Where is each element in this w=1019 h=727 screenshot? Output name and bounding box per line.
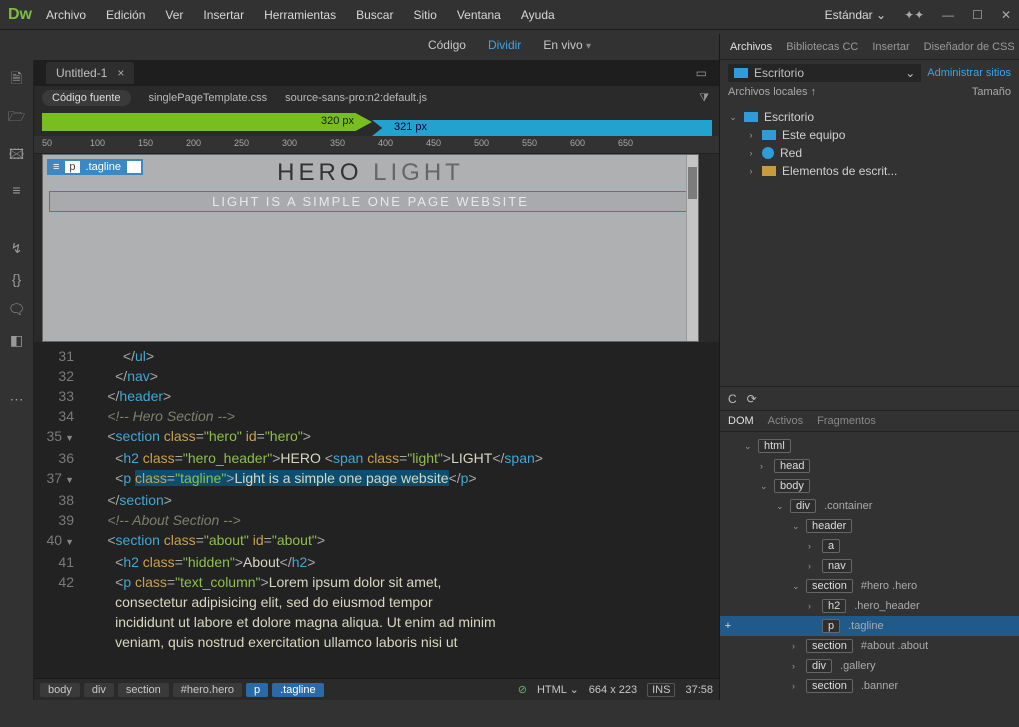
doc-overflow-icon[interactable]: ▭ bbox=[696, 66, 707, 80]
tool-folder-icon[interactable]: 🗁 bbox=[8, 106, 25, 130]
dom-row[interactable]: ⌄html bbox=[720, 436, 1019, 456]
tool-rail: 🗎 🗁 🖾 ≡ ↯ {} 🗨 ◧ ⋯ bbox=[0, 60, 34, 700]
view-split[interactable]: Dividir bbox=[488, 38, 521, 52]
menu-ventana[interactable]: Ventana bbox=[457, 8, 501, 22]
dom-panel-tabs: DOM Activos Fragmentos bbox=[720, 410, 1019, 432]
dom-tab[interactable]: Activos bbox=[768, 415, 803, 427]
size-display: 664 x 223 bbox=[589, 684, 637, 696]
dom-row[interactable]: ›a bbox=[720, 536, 1019, 556]
related-file[interactable]: singlePageTemplate.css bbox=[149, 92, 268, 104]
ins-mode[interactable]: INS bbox=[647, 683, 675, 697]
sync-icon[interactable]: ⟳ bbox=[747, 392, 757, 406]
tool-file-icon[interactable]: 🗎 bbox=[11, 68, 22, 92]
source-code-button[interactable]: Código fuente bbox=[42, 90, 131, 106]
dom-row[interactable]: ›section.banner bbox=[720, 676, 1019, 696]
drive-select[interactable]: Escritorio⌄ bbox=[728, 64, 921, 82]
dom-row[interactable]: ›h2.hero_header bbox=[720, 596, 1019, 616]
tagline-selected[interactable]: LIGHT IS A SIMPLE ONE PAGE WEBSITE bbox=[49, 191, 692, 212]
tool-img-icon[interactable]: 🖾 bbox=[9, 144, 24, 168]
breadcrumb-item[interactable]: div bbox=[84, 683, 114, 697]
minimize-icon[interactable]: — bbox=[942, 8, 954, 22]
menu-archivo[interactable]: Archivo bbox=[46, 8, 86, 22]
right-panel: Archivos Bibliotecas CC Insertar Diseñador … bbox=[719, 34, 1019, 700]
breadcrumb-item[interactable]: body bbox=[40, 683, 80, 697]
dom-row[interactable]: ›section#about .about bbox=[720, 636, 1019, 656]
panel-tab[interactable]: Insertar bbox=[872, 41, 909, 53]
menu-ayuda[interactable]: Ayuda bbox=[521, 8, 555, 22]
manage-sites-link[interactable]: Administrar sitios bbox=[927, 67, 1011, 79]
tree-row[interactable]: ⌄Escritorio bbox=[720, 108, 1019, 126]
tree-row[interactable]: ›Elementos de escrit... bbox=[720, 162, 1019, 180]
settings-icon[interactable]: ✦✦ bbox=[904, 8, 924, 22]
tree-row[interactable]: ›Red bbox=[720, 144, 1019, 162]
dom-row[interactable]: ⌄body bbox=[720, 476, 1019, 496]
dom-row[interactable]: +p.tagline bbox=[720, 616, 1019, 636]
file-tree[interactable]: ⌄Escritorio›Este equipo›Red›Elementos de… bbox=[720, 106, 1019, 182]
dom-tab[interactable]: DOM bbox=[728, 415, 754, 427]
menu-herramientas[interactable]: Herramientas bbox=[264, 8, 336, 22]
menu-bar: Archivo Edición Ver Insertar Herramientas Bus… bbox=[46, 8, 555, 22]
files-panel-tabs: Archivos Bibliotecas CC Insertar Diseñador … bbox=[720, 34, 1019, 60]
time-display: 37:58 bbox=[685, 684, 713, 696]
crumb-tag[interactable]: p bbox=[65, 161, 79, 173]
breadcrumb-item[interactable]: section bbox=[118, 683, 169, 697]
dom-row[interactable]: ›nav bbox=[720, 556, 1019, 576]
status-bar: bodydiv section #hero.hero p .tagline ⊘ HTML… bbox=[34, 678, 719, 700]
source-files-row: Código fuente singlePageTemplate.css sou… bbox=[34, 86, 719, 110]
dom-tab[interactable]: Fragmentos bbox=[817, 415, 876, 427]
tool-wrench-icon[interactable]: ↯ bbox=[11, 240, 23, 257]
element-breadcrumb[interactable]: ≡ p .tagline + bbox=[47, 159, 143, 175]
menu-buscar[interactable]: Buscar bbox=[356, 8, 393, 22]
dom-row[interactable]: ›div.gallery bbox=[720, 656, 1019, 676]
close-tab-icon[interactable]: × bbox=[117, 66, 124, 80]
breadcrumb-item[interactable]: p bbox=[246, 683, 268, 697]
dom-row[interactable]: ›head bbox=[720, 456, 1019, 476]
refresh-icon[interactable]: C bbox=[728, 392, 737, 406]
tool-more-icon[interactable]: ⋯ bbox=[10, 391, 24, 408]
lang-select[interactable]: HTML ⌄ bbox=[537, 683, 579, 696]
maximize-icon[interactable]: ☐ bbox=[972, 8, 983, 22]
view-live[interactable]: En vivo ▾ bbox=[543, 38, 591, 52]
filter-icon[interactable]: ⧩ bbox=[699, 92, 709, 105]
view-code[interactable]: Código bbox=[428, 38, 466, 52]
crumb-class[interactable]: .tagline bbox=[82, 161, 125, 173]
hamburger-icon[interactable]: ≡ bbox=[49, 161, 63, 173]
panel-tab[interactable]: Diseñador de CSS bbox=[924, 41, 1015, 53]
menu-sitio[interactable]: Sitio bbox=[413, 8, 436, 22]
tree-columns: Archivos locales ↑ Tamaño bbox=[720, 86, 1019, 106]
app-logo: Dw bbox=[8, 6, 32, 24]
dom-row[interactable]: ⌄div.container bbox=[720, 496, 1019, 516]
live-preview[interactable]: ≡ p .tagline + HERO LIGHT LIGHT IS A SIM… bbox=[42, 154, 699, 342]
ruler: 50100150200250300350400450500550600650 bbox=[34, 136, 719, 154]
related-file[interactable]: source-sans-pro:n2:default.js bbox=[285, 92, 427, 104]
close-icon[interactable]: ✕ bbox=[1001, 8, 1011, 22]
breadcrumb-item[interactable]: .tagline bbox=[272, 683, 323, 697]
dom-row[interactable]: ⌄header bbox=[720, 516, 1019, 536]
media-breakpoint-green[interactable]: 320 px bbox=[42, 113, 372, 131]
tool-color-icon[interactable]: ◧ bbox=[10, 332, 23, 349]
tree-row[interactable]: ›Este equipo bbox=[720, 126, 1019, 144]
document-tabs: Untitled-1× ▭ bbox=[34, 60, 719, 86]
code-editor[interactable]: 31 </ul>32 </nav>33 </header>34 <!-- Her… bbox=[34, 342, 719, 678]
panel-tab[interactable]: Archivos bbox=[730, 41, 772, 53]
menu-insertar[interactable]: Insertar bbox=[203, 8, 244, 22]
title-bar: Dw Archivo Edición Ver Insertar Herramientas… bbox=[0, 0, 1019, 30]
tool-para-icon[interactable]: ≡ bbox=[12, 182, 20, 198]
menu-edición[interactable]: Edición bbox=[106, 8, 145, 22]
tool-brace-icon[interactable]: {} bbox=[12, 271, 21, 287]
preview-scrollbar[interactable] bbox=[686, 155, 698, 341]
panel-tab[interactable]: Bibliotecas CC bbox=[786, 41, 858, 53]
add-selector-button[interactable]: + bbox=[127, 161, 141, 173]
breadcrumb-item[interactable]: #hero.hero bbox=[173, 683, 242, 697]
media-breakpoint-blue[interactable]: 321 px bbox=[372, 120, 712, 136]
workspace-dropdown[interactable]: Estándar ⌄ bbox=[825, 8, 886, 22]
tool-comment-icon[interactable]: 🗨 bbox=[8, 301, 26, 318]
media-query-bar: 320 px 321 px bbox=[34, 110, 719, 136]
doc-tab[interactable]: Untitled-1× bbox=[46, 62, 134, 84]
menu-ver[interactable]: Ver bbox=[165, 8, 183, 22]
dom-tree[interactable]: ⌄html›head⌄body⌄div.container⌄header›a›n… bbox=[720, 432, 1019, 700]
dom-row[interactable]: ⌄section#hero .hero bbox=[720, 576, 1019, 596]
status-ok-icon: ⊘ bbox=[518, 683, 527, 696]
